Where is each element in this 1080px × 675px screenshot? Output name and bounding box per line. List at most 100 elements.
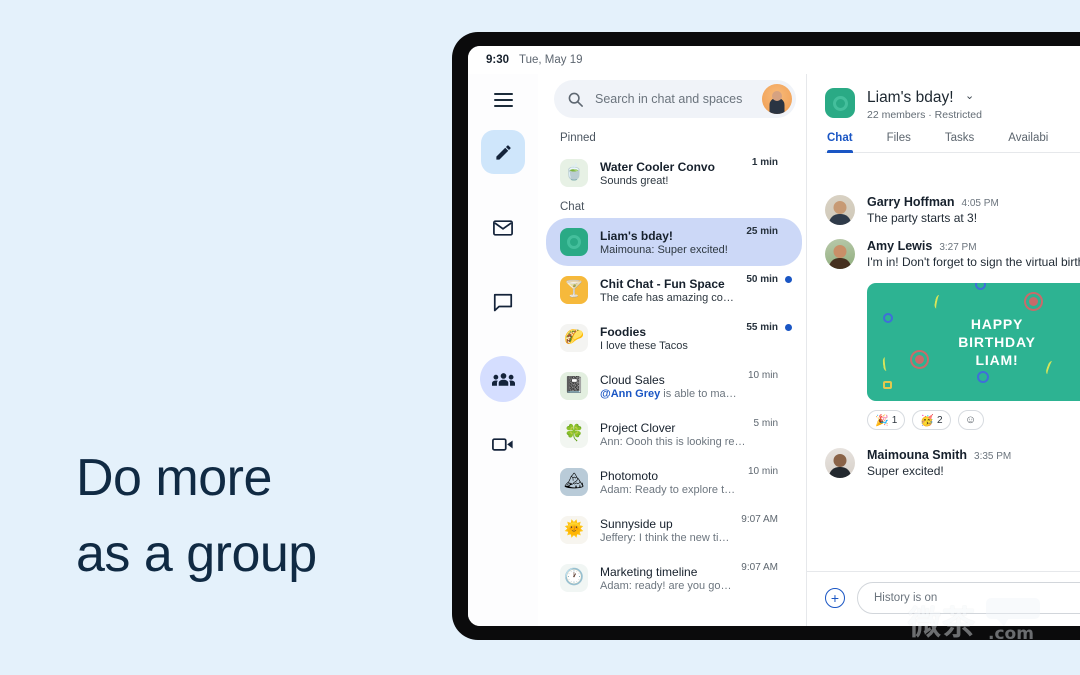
chat-preview: Adam: ready! are you going to ma... [600, 579, 734, 592]
message-time: 3:27 PM [939, 242, 977, 253]
chat-name: Water Cooler Convo [600, 159, 715, 174]
chat-name: Chit Chat - Fun Space [600, 276, 725, 291]
plus-circle-icon[interactable]: + [825, 588, 845, 608]
message-item: Maimouna Smith 3:35 PM Super excited! [825, 448, 1080, 478]
chat-preview: Adam: Ready to explore the new sol... [600, 483, 740, 496]
message-text: The party starts at 3! [867, 211, 978, 225]
birthday-card-attachment[interactable]: HAPPY BIRTHDAY LIAM! [867, 283, 1080, 401]
add-emoji-icon: ☺ [964, 414, 977, 426]
message-author: Amy Lewis [867, 239, 933, 253]
reaction-chip[interactable]: 🎉 1 [867, 410, 906, 430]
hamburger-menu-icon[interactable] [483, 80, 523, 120]
chat-name: Marketing timeline [600, 564, 698, 579]
video-camera-icon[interactable] [483, 424, 523, 464]
navigation-rail [468, 74, 538, 626]
card-line-3: LIAM! [975, 352, 1019, 368]
conversation-panel: Liam's bday! ⌄ 22 members · Restricted C… [806, 74, 1080, 626]
pinned-rows: 🍵 Water Cooler Convo Sounds great! 1 min [538, 149, 806, 197]
chat-rows: Liam's bday! Maimouna: Super excited! 25 m… [538, 218, 806, 602]
search-input[interactable]: Search in chat and spaces [595, 92, 762, 106]
chat-avatar: 📓 [560, 372, 588, 400]
hero-line-1: Do more [76, 449, 272, 507]
unread-dot [785, 324, 792, 331]
message-time: 3:35 PM [974, 451, 1012, 462]
chat-timestamp: 9:07 AM [741, 514, 778, 525]
chat-list-item[interactable]: 🌞 Sunnyside up Jeffery: I think the new ti… [546, 506, 802, 554]
mail-icon[interactable] [483, 208, 523, 248]
chat-preview: Maimouna: Super excited! [600, 243, 728, 256]
chat-name: Cloud Sales [600, 372, 665, 387]
status-bar-time: 9:30 [486, 54, 510, 66]
chat-name: Foodies [600, 324, 647, 339]
message-author: Maimouna Smith [867, 448, 968, 462]
tab-tasks[interactable]: Tasks [945, 132, 992, 152]
party-popper-icon: 🎉 [875, 414, 889, 427]
space-avatar [825, 88, 855, 118]
chat-preview: Ann: Oooh this is looking really good... [600, 435, 746, 448]
reaction-count: 1 [891, 414, 898, 426]
page-title: Liam's bday! [867, 89, 954, 106]
chat-avatar [560, 228, 588, 256]
search-icon [568, 92, 583, 107]
message-input[interactable]: History is on [857, 582, 1080, 614]
tab-files[interactable]: Files [887, 132, 929, 152]
search-bar[interactable]: Search in chat and spaces [554, 80, 796, 118]
chat-list-item[interactable]: 🏔 PhotomotoAdam: Ready to explore the new… [546, 458, 802, 506]
chat-preview: The cafe has amazing cookies today ... [600, 291, 738, 304]
message-text: I'm in! Don't forget to sign the virtual… [867, 255, 1080, 269]
tab-chat[interactable]: Chat [827, 132, 871, 153]
chat-timestamp: 50 min [746, 274, 778, 285]
chat-timestamp: 25 min [746, 226, 778, 237]
message-list: Garry Hoffman 4:05 PM The party starts a… [807, 153, 1080, 571]
chat-list-item[interactable]: 📓 Cloud Sales@Ann Grey is able to make th… [546, 362, 802, 410]
pencil-compose-icon[interactable] [481, 130, 525, 174]
hero-line-2: as a group [76, 525, 317, 583]
avatar [825, 239, 855, 269]
partying-face-icon: 🥳 [920, 414, 934, 427]
chat-avatar: 🍵 [560, 159, 588, 187]
message-composer: + History is on [807, 571, 1080, 626]
avatar [825, 448, 855, 478]
mention[interactable]: @Ann Grey [600, 388, 660, 400]
people-spaces-icon[interactable] [480, 356, 526, 402]
chat-avatar: 🍀 [560, 420, 588, 448]
conversation-header: Liam's bday! ⌄ 22 members · Restricted C… [807, 74, 1080, 153]
message-time: 4:05 PM [961, 198, 999, 209]
reaction-chip[interactable]: 🥳 2 [912, 410, 951, 430]
card-line-1: HAPPY [970, 316, 1024, 332]
chat-name: Liam's bday! [600, 228, 673, 243]
chat-list-item[interactable]: 🍸 Chit Chat - Fun Space The cafe has amazi… [546, 266, 802, 314]
chat-list-panel: Search in chat and spaces Pinned 🍵 Water … [538, 74, 806, 626]
chat-avatar: 🕐 [560, 564, 588, 592]
message-author: Garry Hoffman [867, 195, 955, 209]
chat-preview: Jeffery: I think the new timeline is... [600, 531, 734, 544]
chat-list-item[interactable]: 🍵 Water Cooler Convo Sounds great! 1 min [546, 149, 802, 197]
tablet-screen: 9:30 Tue, May 19 Search in chat and spac… [468, 46, 1080, 626]
conversation-tabs: Chat Files Tasks Availabi [825, 132, 1080, 153]
chat-list-item[interactable]: 🕐 Marketing timeline Adam: ready! are you … [546, 554, 802, 602]
chevron-down-icon[interactable]: ⌄ [965, 89, 974, 102]
tab-availabi[interactable]: Availabi [1008, 132, 1066, 152]
chat-name: Photomoto [600, 468, 659, 483]
hero-copy: Do more as a group [76, 440, 436, 592]
avatar[interactable] [762, 84, 792, 114]
app-body: Search in chat and spaces Pinned 🍵 Water … [468, 74, 1080, 626]
chat-list-item[interactable]: 🌮 Foodies I love these Tacos 55 min [546, 314, 802, 362]
chat-avatar: 🌮 [560, 324, 588, 352]
chat-preview: Sounds great! [600, 174, 669, 187]
message-item: Garry Hoffman 4:05 PM The party starts a… [825, 195, 1080, 225]
chat-timestamp: 10 min [747, 370, 778, 381]
chat-list-item[interactable]: 🍀 Project Clover Ann: Oooh this is looking… [546, 410, 802, 458]
chat-timestamp: 1 min [751, 157, 778, 168]
chat-list-item[interactable]: Liam's bday! Maimouna: Super excited! 25 m… [546, 218, 802, 266]
chat-name: Project Clover [600, 420, 676, 435]
card-line-2: BIRTHDAY [958, 334, 1036, 350]
conversation-subtitle: 22 members · Restricted [867, 109, 982, 121]
reaction-count: 2 [936, 414, 943, 426]
message-text: Super excited! [867, 464, 944, 478]
tablet-device-frame: 9:30 Tue, May 19 Search in chat and spac… [452, 32, 1080, 640]
pinned-section-label: Pinned [560, 132, 596, 144]
chat-bubble-icon[interactable] [483, 282, 523, 322]
chat-timestamp: 9:07 AM [741, 562, 778, 573]
add-reaction-button[interactable]: ☺ [957, 410, 984, 430]
